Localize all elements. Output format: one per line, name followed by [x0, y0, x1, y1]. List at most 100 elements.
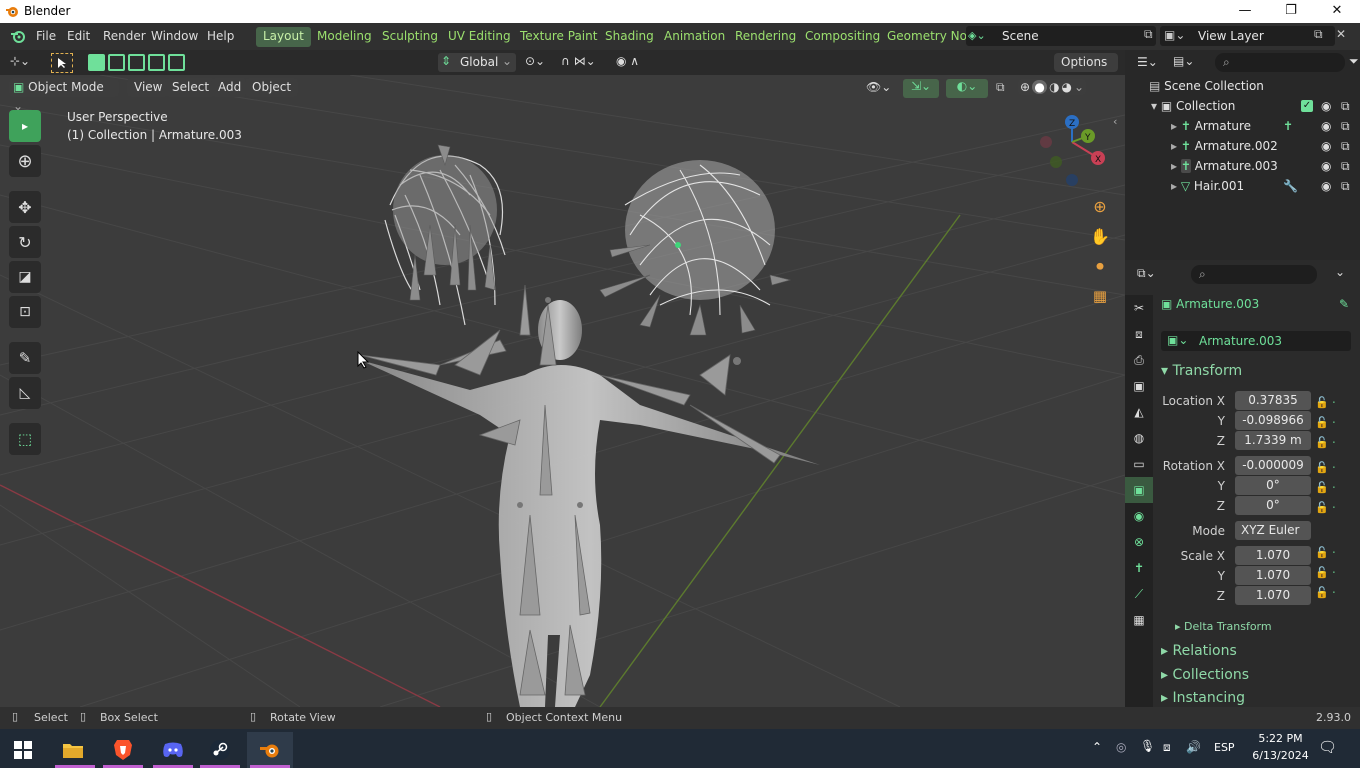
outliner-scene-collection[interactable]: ▤ Scene Collection	[1149, 79, 1264, 99]
texture-tab-icon[interactable]: ▦	[1125, 607, 1153, 633]
ortho-grid-icon[interactable]: ▦	[1087, 283, 1113, 309]
scene-selector[interactable]: ◈⌄ Scene	[966, 26, 1156, 46]
render-camera-icon[interactable]: ⧉	[1341, 139, 1350, 154]
collections-section[interactable]: ▸ Collections	[1161, 667, 1249, 683]
menu-select[interactable]: Select	[165, 78, 217, 97]
relations-section[interactable]: ▸ Relations	[1161, 643, 1237, 659]
tab-sculpting[interactable]: Sculpting	[375, 27, 445, 47]
add-cube-tool[interactable]: ⬚	[9, 423, 41, 455]
transform-lock-icons[interactable]: 🔓 ⋅ 🔓 ⋅ 🔓 ⋅ 🔓 ⋅ 🔓 ⋅ 🔓 ⋅ 🔓 ⋅ 🔓 ⋅ 🔓 ⋅	[1315, 393, 1355, 603]
collection-checkbox[interactable]: ✓	[1301, 100, 1313, 112]
pan-hand-icon[interactable]: ✋	[1087, 223, 1113, 249]
scale-y-field[interactable]: 1.070	[1235, 566, 1311, 585]
editor-type-icon[interactable]: ⊹⌄	[10, 54, 30, 68]
input-language[interactable]: ESP	[1214, 741, 1235, 754]
outliner-collection[interactable]: ▾ ▣ Collection ✓ ◉ ⧉	[1151, 99, 1360, 119]
view-layer-remove-icon[interactable]: ✕	[1336, 27, 1346, 41]
tab-texture-paint[interactable]: Texture Paint	[513, 27, 604, 47]
clock-date[interactable]: 6/13/2024	[1248, 749, 1313, 762]
bone-tab-icon[interactable]: ⟋	[1125, 581, 1153, 607]
outliner-search-input[interactable]: ⌕	[1215, 53, 1345, 72]
object-data-tab-icon[interactable]: ✝	[1125, 555, 1153, 581]
network-icon[interactable]: ⧈	[1163, 740, 1171, 755]
outliner-item-armature-002[interactable]: ▸ ✝ Armature.002 ◉ ⧉	[1171, 139, 1360, 159]
menu-window[interactable]: Window	[151, 29, 198, 43]
windows-start-icon[interactable]	[0, 732, 46, 768]
constraints-tab-icon[interactable]: ⊗	[1125, 529, 1153, 555]
menu-add[interactable]: Add	[211, 78, 249, 97]
menu-object[interactable]: Object	[245, 78, 299, 97]
tool-tab-icon[interactable]: ✂	[1125, 295, 1153, 321]
properties-editor-icon[interactable]: ⧉⌄	[1137, 266, 1156, 281]
menu-view[interactable]: View	[127, 78, 170, 97]
location-y-field[interactable]: -0.098966	[1235, 411, 1311, 430]
menu-file[interactable]: File	[36, 29, 56, 43]
options-dropdown[interactable]: Options ⌄	[1054, 53, 1118, 88]
tray-chevron-icon[interactable]: ⌃	[1092, 740, 1102, 754]
menu-edit[interactable]: Edit	[67, 29, 90, 43]
transform-section-header[interactable]: ▾ Transform	[1161, 363, 1242, 379]
menu-help[interactable]: Help	[207, 29, 234, 43]
rotation-x-field[interactable]: -0.000009	[1235, 456, 1311, 475]
file-explorer-icon[interactable]	[50, 732, 96, 768]
tab-modeling[interactable]: Modeling	[310, 27, 379, 47]
measure-tool[interactable]: ◺	[9, 377, 41, 409]
annotate-tool[interactable]: ✎	[9, 342, 41, 374]
object-name-field[interactable]: ▣⌄ Armature.003	[1161, 331, 1351, 351]
snap-icon[interactable]: ∩ ⋈⌄	[561, 54, 596, 68]
object-mode-dropdown[interactable]: ▣ Object Mode ⌄	[9, 78, 119, 113]
location-z-field[interactable]: 1.7339 m	[1235, 431, 1311, 450]
tab-rendering[interactable]: Rendering	[728, 27, 803, 47]
pin-icon[interactable]: ✎	[1339, 297, 1349, 311]
tab-uv-editing[interactable]: UV Editing	[441, 27, 518, 47]
delta-transform-section[interactable]: ▸ Delta Transform	[1175, 620, 1272, 633]
tray-status-icon[interactable]: ◎	[1116, 740, 1126, 754]
world-tab-icon[interactable]: ◍	[1125, 425, 1153, 451]
scale-tool[interactable]: ◪	[9, 261, 41, 293]
render-camera-icon[interactable]: ⧉	[1341, 179, 1350, 194]
steam-icon[interactable]	[197, 732, 243, 768]
eye-icon[interactable]: ◉	[1321, 99, 1331, 113]
render-tab-icon[interactable]: ⧈	[1125, 321, 1153, 347]
gizmo-toggle-icon[interactable]: ⇲⌄	[903, 79, 939, 98]
zoom-icon[interactable]: ⊕	[1087, 193, 1113, 219]
scene-tab-icon[interactable]: ◭	[1125, 399, 1153, 425]
xray-toggle-icon[interactable]: ⧉	[996, 80, 1005, 95]
transform-orientation-dropdown[interactable]: ⇕ Global ⌄	[438, 53, 516, 72]
discord-icon[interactable]	[150, 732, 196, 768]
scale-z-field[interactable]: 1.070	[1235, 586, 1311, 605]
selection-mode-icons[interactable]	[88, 54, 185, 71]
close-button[interactable]: ✕	[1314, 0, 1360, 23]
clock-time[interactable]: 5:22 PM	[1253, 732, 1308, 745]
proportional-edit-icon[interactable]: ◉ ∧	[616, 54, 639, 68]
select-mode-icon[interactable]	[51, 53, 73, 73]
scale-x-field[interactable]: 1.070	[1235, 546, 1311, 565]
object-tab-icon[interactable]: ▣	[1125, 477, 1153, 503]
outliner-editor-icon[interactable]: ☰⌄	[1137, 55, 1158, 69]
tab-compositing[interactable]: Compositing	[798, 27, 887, 47]
tab-animation[interactable]: Animation	[657, 27, 732, 47]
rotate-tool[interactable]: ↻	[9, 226, 41, 258]
properties-search-input[interactable]: ⌕	[1191, 265, 1317, 284]
microphone-icon[interactable]: 🎙	[1140, 739, 1155, 753]
tab-geometry-nodes[interactable]: Geometry No	[880, 27, 974, 47]
outliner-item-armature[interactable]: ▸ ✝ Armature ✝ ◉ ⧉	[1171, 119, 1360, 139]
minimize-button[interactable]: —	[1222, 0, 1268, 23]
pivot-point-icon[interactable]: ⊙⌄	[525, 54, 545, 68]
overlay-toggle-icon[interactable]: ◐⌄	[946, 79, 988, 98]
render-camera-icon[interactable]: ⧉	[1341, 99, 1350, 114]
view-layer-new-icon[interactable]: ⧉	[1314, 27, 1323, 42]
view-layer-selector[interactable]: ▣⌄ View Layer	[1160, 26, 1335, 46]
cursor-tool[interactable]: ⊕	[9, 145, 41, 177]
eye-icon[interactable]: ◉	[1321, 179, 1331, 193]
eye-icon[interactable]: ◉	[1321, 159, 1331, 173]
outliner-display-mode-icon[interactable]: ▤⌄	[1173, 54, 1194, 68]
render-camera-icon[interactable]: ⧉	[1341, 159, 1350, 174]
camera-icon[interactable]: ⏺	[1087, 253, 1113, 279]
brave-browser-icon[interactable]	[100, 732, 146, 768]
tab-shading[interactable]: Shading	[598, 27, 661, 47]
output-tab-icon[interactable]: ⎙	[1125, 347, 1153, 373]
physics-tab-icon[interactable]: ◉	[1125, 503, 1153, 529]
blender-taskbar-icon[interactable]	[247, 732, 293, 768]
move-tool[interactable]: ✥	[9, 191, 41, 223]
